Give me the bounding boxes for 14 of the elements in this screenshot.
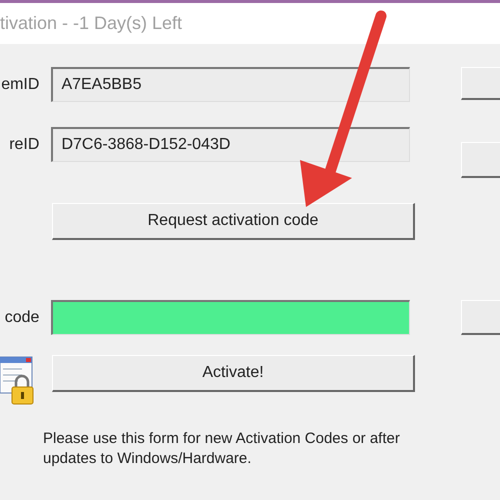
side-button[interactable] [460, 142, 500, 178]
side-button[interactable] [460, 300, 500, 335]
input-field[interactable]: D7C6-3868-D152-043D [51, 127, 410, 162]
input-field[interactable]: A7EA5BB5 [51, 67, 410, 102]
button[interactable]: Activate! [52, 355, 415, 392]
field-label: reID [9, 134, 40, 154]
button[interactable]: Request activation code [52, 203, 415, 240]
field-label: code [4, 308, 40, 328]
field-label: emID [1, 74, 40, 94]
window-lock-icon [0, 355, 34, 405]
input-field[interactable] [51, 300, 410, 335]
window-title: tivation - -1 Day(s) Left [0, 12, 182, 35]
side-button[interactable] [460, 67, 500, 100]
instruction-text: Please use this form for new Activation Codes or after updates to Windows/Hardware. [43, 429, 401, 469]
